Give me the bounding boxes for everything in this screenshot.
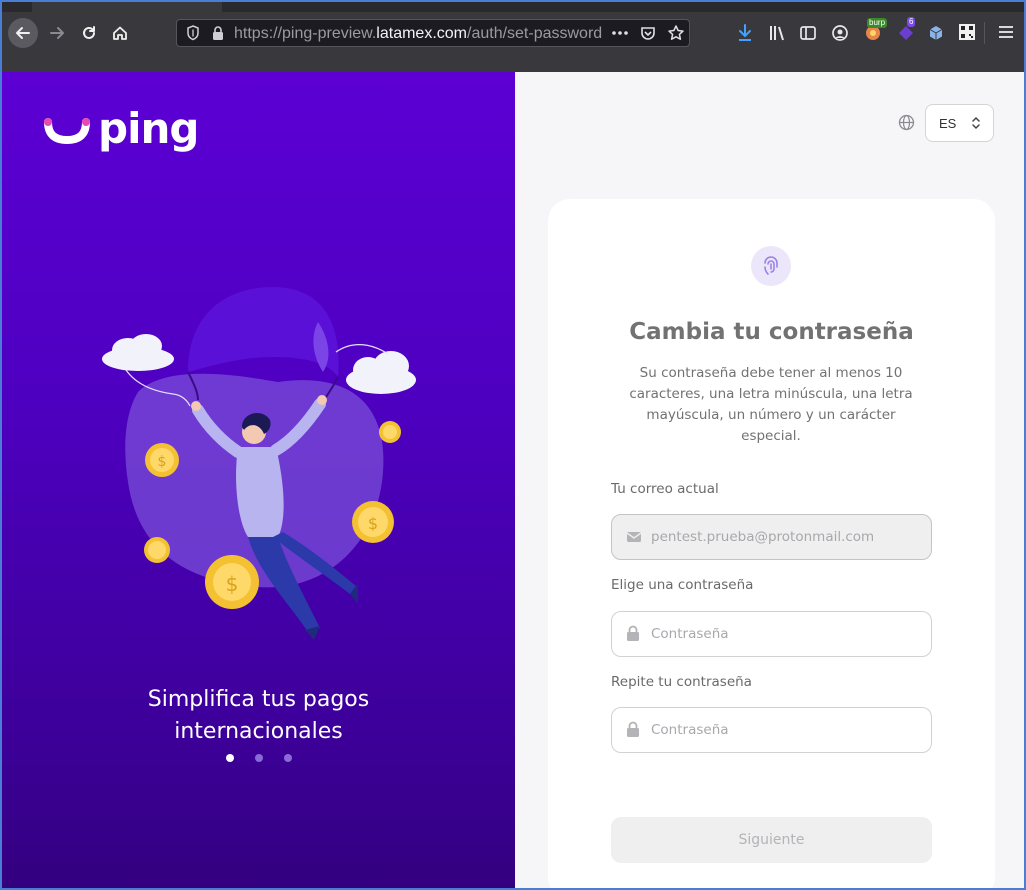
password-input[interactable]: Contraseña — [611, 611, 932, 657]
home-icon — [113, 26, 127, 40]
carousel-dots — [226, 754, 292, 762]
arrow-right-icon — [50, 27, 64, 39]
form-description: Su contraseña debe tener al menos 10 car… — [629, 365, 913, 444]
menu-button[interactable] — [998, 24, 1014, 40]
carousel-dot-2[interactable] — [255, 754, 263, 762]
qr-code-button[interactable] — [958, 23, 976, 41]
carousel-dot-1[interactable] — [226, 754, 234, 762]
ping-smile-logo-icon — [44, 118, 90, 144]
lock-icon[interactable] — [210, 24, 226, 42]
forward-button[interactable] — [42, 18, 72, 48]
pocket-icon[interactable] — [639, 24, 657, 42]
browser-toolbar: https://ping-preview.latamex.com/auth/se… — [2, 2, 1024, 72]
change-password-card: Cambia tu contraseña Su contraseña debe … — [548, 199, 995, 888]
burp-badge: burp — [867, 18, 888, 28]
carousel-title-line2: internacionales — [174, 719, 343, 744]
globe-icon — [898, 114, 915, 131]
language-select[interactable]: ES — [925, 104, 994, 142]
burp-extension-button[interactable]: burp — [863, 18, 888, 42]
toolbar-divider — [984, 22, 985, 44]
repeat-password-input[interactable]: Contraseña — [611, 707, 932, 753]
library-button[interactable] — [768, 24, 788, 42]
library-icon — [770, 26, 784, 41]
more-actions-icon[interactable] — [610, 26, 630, 40]
bookmark-star-icon[interactable] — [667, 24, 685, 42]
lock-icon — [627, 625, 639, 641]
flying-person-illustration: $ $ $ — [102, 287, 416, 640]
cloud-left — [102, 334, 174, 371]
qr-code-icon — [959, 24, 975, 40]
next-button[interactable]: Siguiente — [611, 817, 932, 863]
language-value: ES — [939, 116, 957, 131]
lock-icon — [627, 721, 639, 737]
email-field: pentest.prueba@protonmail.com — [611, 514, 932, 560]
ping-logo[interactable]: ping — [42, 104, 199, 153]
svg-text:$: $ — [368, 514, 378, 533]
tab-strip — [2, 2, 1024, 12]
svg-text:$: $ — [158, 454, 167, 470]
repeat-password-label: Repite tu contraseña — [611, 674, 752, 690]
extension-count-badge: 6 — [907, 17, 916, 27]
form-panel: ES Cambia tu contraseña Su contraseña de… — [515, 72, 1024, 888]
url-path: /auth/set-password — [467, 25, 603, 42]
downloads-button[interactable] — [736, 23, 754, 43]
fingerprint-icon — [764, 256, 778, 275]
coin-2 — [379, 421, 401, 443]
account-button[interactable] — [831, 24, 849, 42]
svg-text:$: $ — [226, 572, 239, 596]
coin-3: $ — [352, 501, 394, 543]
back-button[interactable] — [8, 18, 38, 48]
email-value: pentest.prueba@protonmail.com — [651, 529, 875, 545]
chevron-up-down-icon — [972, 116, 980, 130]
sidebar-button[interactable] — [799, 24, 817, 42]
url-text: https://ping-preview.latamex.com/auth/se… — [234, 25, 602, 43]
carousel-dot-3[interactable] — [284, 754, 292, 762]
envelope-icon — [626, 532, 642, 542]
email-label: Tu correo actual — [611, 481, 719, 497]
hamburger-menu-icon — [999, 26, 1013, 38]
active-tab[interactable] — [32, 2, 222, 12]
url-domain: latamex.com — [376, 25, 467, 42]
url-prefix: https://ping-preview. — [234, 25, 377, 42]
extension-button[interactable]: 6 — [895, 17, 917, 42]
sidebar-icon — [800, 26, 816, 40]
arrow-left-icon — [16, 27, 30, 39]
carousel-title-line1: Simplifica tus pagos — [147, 687, 370, 712]
reload-icon — [83, 26, 95, 39]
shield-icon[interactable] — [185, 24, 201, 42]
password-placeholder: Contraseña — [651, 626, 729, 642]
carousel-title: Simplifica tus pagos internacionales — [2, 684, 515, 748]
logo-text: ping — [98, 104, 199, 153]
page-content: ping $ $ $ Simplifica tus pagos internac… — [2, 72, 1024, 888]
coin-1: $ — [145, 443, 179, 477]
extension-cube-icon — [929, 26, 943, 40]
download-icon — [739, 24, 751, 41]
password-label: Elige una contraseña — [611, 577, 754, 593]
browser-window: https://ping-preview.latamex.com/auth/se… — [0, 0, 1026, 890]
coin-4 — [144, 537, 170, 563]
cloud-right — [346, 351, 416, 394]
form-title: Cambia tu contraseña — [629, 319, 914, 345]
address-bar[interactable]: https://ping-preview.latamex.com/auth/se… — [176, 19, 690, 47]
repeat-password-placeholder: Contraseña — [651, 722, 729, 738]
account-icon — [832, 25, 848, 41]
home-button[interactable] — [105, 18, 135, 48]
extension2-button[interactable] — [927, 24, 945, 42]
promo-panel: ping $ $ $ Simplifica tus pagos internac… — [2, 72, 515, 888]
coin-5: $ — [205, 555, 259, 609]
reload-button[interactable] — [74, 18, 104, 48]
fingerprint-badge — [751, 246, 791, 286]
